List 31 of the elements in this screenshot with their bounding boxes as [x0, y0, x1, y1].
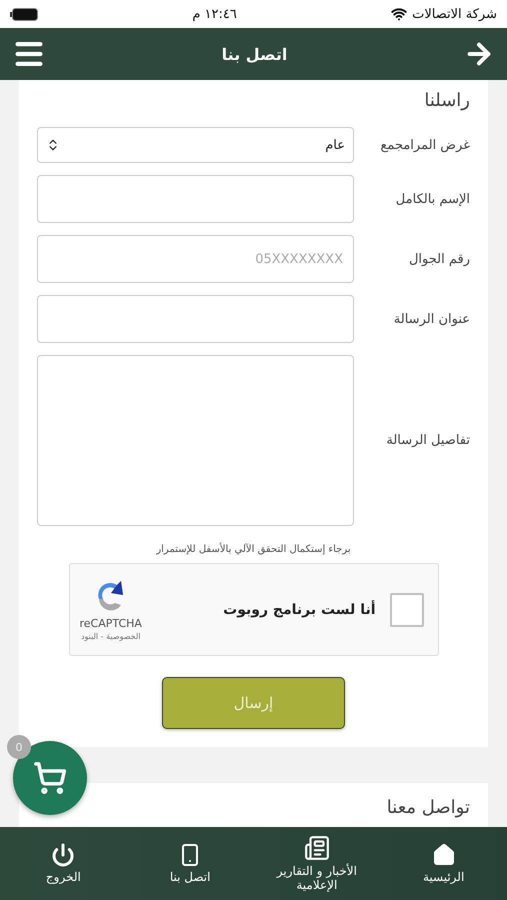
field-label: رقم الجوال [408, 252, 470, 266]
section-title: راسلنا [424, 90, 470, 111]
nav-item[interactable]: الأخبار و التقارير الإعلامية [262, 834, 372, 893]
field-label: عنوان الرسالة [392, 312, 470, 326]
page-title: اتصل بنا [222, 44, 288, 64]
carrier-name: شركة الاتصالات [412, 6, 497, 22]
captcha-checkbox[interactable] [390, 592, 424, 626]
privacy-terms-link[interactable]: الخصوصية - البنود [80, 632, 140, 640]
nav-item[interactable]: الخروج [8, 842, 118, 886]
field-label: الإسم بالكامل [394, 192, 470, 206]
field-label: تفاصيل الرسالة [385, 433, 470, 448]
cart-count: 0 [7, 735, 31, 759]
wifi-icon [391, 6, 408, 22]
input-field[interactable]: 05XXXXXXXX [37, 235, 354, 283]
power-icon [51, 842, 76, 867]
battery-icon [10, 8, 38, 20]
recaptcha-brand: reCAPTCHA [80, 616, 142, 630]
nav-item[interactable]: اتصل بنا [135, 842, 246, 886]
nav-item[interactable]: الرئيسية [388, 842, 499, 886]
captcha-label: أنا لست برنامج روبوت [223, 602, 376, 618]
newspaper-icon [304, 835, 330, 862]
cart-icon [33, 761, 67, 795]
message-field[interactable] [37, 355, 354, 526]
input-field[interactable] [37, 175, 354, 223]
input-field[interactable] [37, 295, 354, 343]
section-title: تواصل معنا [386, 797, 470, 818]
purpose-select[interactable]: عام [37, 127, 354, 163]
home-icon [432, 842, 456, 867]
captcha-note: برجاء إستكمال التحقق الآلي بالأسفل للإستمرار [156, 544, 351, 555]
status-time: ١٢:٤٦ م [192, 6, 237, 22]
field-label: غرض المرامجمع [380, 138, 470, 152]
